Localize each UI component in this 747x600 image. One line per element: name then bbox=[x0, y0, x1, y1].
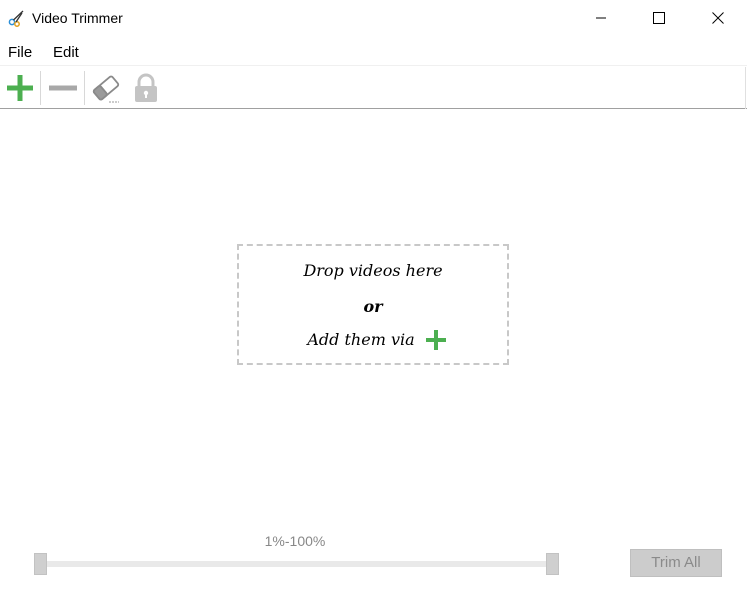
title-bar: Video Trimmer bbox=[0, 0, 747, 37]
toolbar-edge bbox=[745, 67, 746, 109]
minimize-icon bbox=[596, 17, 606, 19]
plus-icon bbox=[7, 75, 33, 101]
window-title: Video Trimmer bbox=[32, 10, 123, 26]
add-video-button[interactable] bbox=[0, 69, 40, 107]
maximize-icon bbox=[653, 12, 665, 24]
minimize-button[interactable] bbox=[572, 0, 630, 36]
close-icon bbox=[712, 12, 724, 24]
eraser-icon bbox=[92, 75, 120, 103]
toolbar-divider bbox=[40, 71, 41, 105]
range-start-handle[interactable] bbox=[34, 553, 47, 575]
drop-instruction: Drop videos here bbox=[303, 261, 443, 280]
lock-icon bbox=[135, 73, 157, 102]
range-end-handle[interactable] bbox=[546, 553, 559, 575]
lock-button[interactable] bbox=[126, 69, 166, 107]
trim-range-label: 1%-100% bbox=[264, 533, 326, 549]
video-drop-zone[interactable]: Drop videos here or Add them via bbox=[237, 244, 509, 365]
maximize-button[interactable] bbox=[630, 0, 688, 36]
menu-edit[interactable]: Edit bbox=[53, 44, 79, 61]
plus-icon bbox=[426, 330, 446, 350]
add-instruction: Add them via bbox=[307, 330, 415, 349]
toolbar-divider bbox=[84, 71, 85, 105]
toolbar bbox=[0, 67, 747, 109]
menu-bar: File Edit bbox=[0, 38, 747, 66]
trim-all-button[interactable]: Trim All bbox=[630, 549, 722, 577]
remove-video-button[interactable] bbox=[42, 69, 82, 107]
menu-file[interactable]: File bbox=[8, 44, 32, 61]
trim-range-slider[interactable] bbox=[40, 561, 556, 567]
scissors-icon bbox=[8, 9, 26, 27]
drop-or-text: or bbox=[363, 297, 383, 316]
close-button[interactable] bbox=[689, 0, 747, 36]
clear-list-button[interactable] bbox=[86, 69, 126, 107]
minus-icon bbox=[49, 85, 77, 91]
